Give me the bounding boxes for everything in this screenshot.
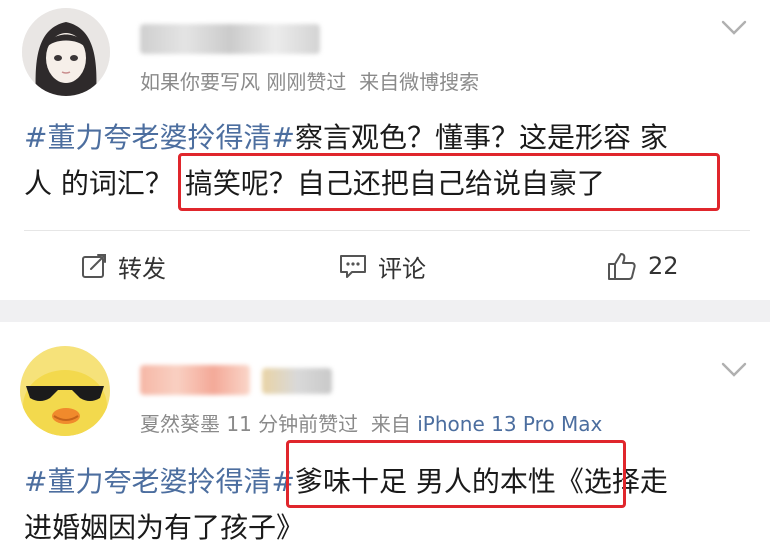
- post-meta: 如果你要写风 刚刚赞过 来自微博搜索: [140, 66, 479, 95]
- avatar[interactable]: [20, 346, 110, 436]
- post-meta: 夏然葵墨 11 分钟前赞过 来自 iPhone 13 Pro Max: [140, 408, 602, 437]
- content-text: 人 的词汇？: [24, 167, 173, 200]
- source-text[interactable]: 来自微博搜索: [359, 70, 479, 94]
- chevron-down-icon[interactable]: [720, 358, 748, 380]
- highlight-box: [286, 440, 626, 508]
- blurred-username[interactable]: [140, 24, 320, 54]
- repost-label: 转发: [118, 254, 166, 283]
- chevron-down-icon[interactable]: [720, 16, 748, 38]
- like-count: 22: [648, 252, 679, 280]
- thumbs-up-icon: [608, 253, 636, 280]
- comment-label: 评论: [378, 254, 426, 283]
- source-device-link[interactable]: iPhone 13 Pro Max: [417, 412, 602, 436]
- like-info: 如果你要写风 刚刚赞过: [140, 70, 347, 94]
- comment-icon: [340, 255, 366, 278]
- like-info: 夏然葵墨 11 分钟前赞过: [140, 412, 359, 436]
- hashtag-link[interactable]: #董力夸老婆拎得清#: [24, 121, 295, 154]
- content-text: 进婚姻因为有了孩子》: [24, 511, 305, 544]
- blurred-username[interactable]: [140, 365, 250, 395]
- content-line-1: #董力夸老婆拎得清#察言观色？懂事？这是形容 家: [24, 116, 668, 156]
- comment-button[interactable]: 评论: [338, 248, 426, 284]
- content-text: 察言观色？懂事？这是形容 家: [294, 121, 668, 154]
- highlight-box: [178, 153, 720, 211]
- blurred-badge: [262, 368, 332, 394]
- hashtag-link[interactable]: #董力夸老婆拎得清#: [24, 465, 295, 498]
- source-prefix: 来自: [370, 412, 411, 436]
- repost-button[interactable]: 转发: [80, 248, 166, 284]
- like-button[interactable]: 22: [606, 248, 679, 284]
- avatar[interactable]: [22, 8, 110, 96]
- content-line-2: 进婚姻因为有了孩子》: [24, 506, 304, 546]
- divider: [24, 230, 750, 231]
- feed-separator: [0, 300, 770, 322]
- repost-icon: [82, 254, 106, 278]
- post-card-1: 如果你要写风 刚刚赞过 来自微博搜索 #董力夸老婆拎得清#察言观色？懂事？这是形…: [0, 0, 770, 300]
